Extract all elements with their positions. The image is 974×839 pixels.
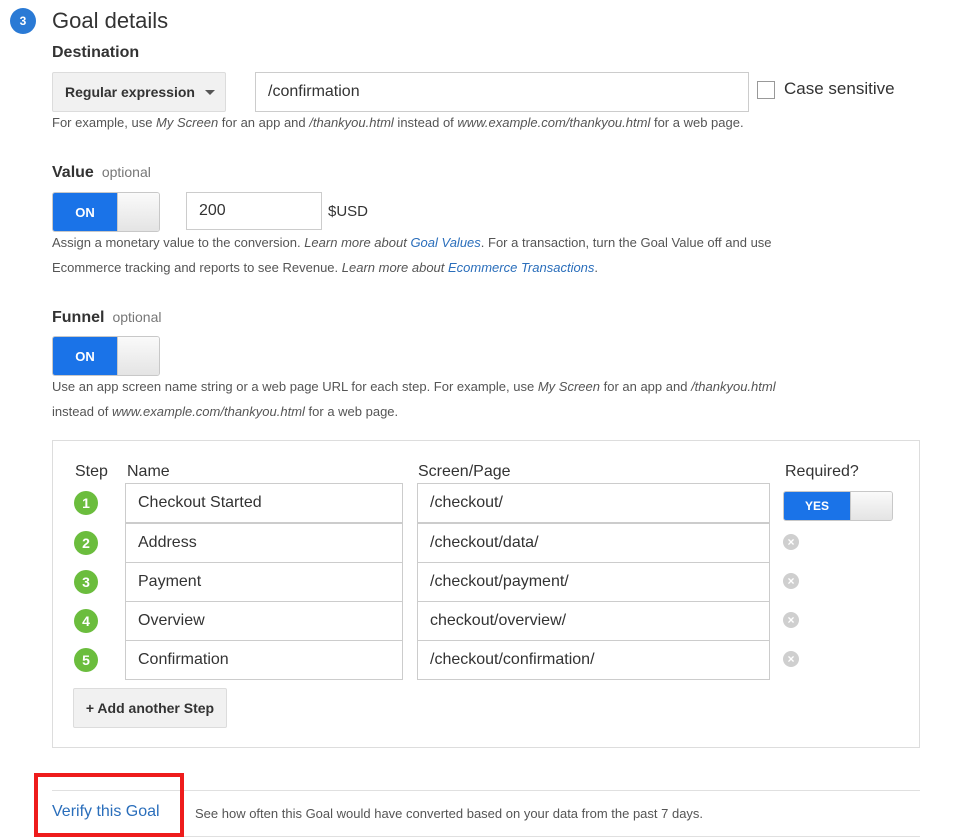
ecommerce-transactions-link[interactable]: Ecommerce Transactions xyxy=(448,260,594,275)
funnel-help-text: Use an app screen name string or a web p… xyxy=(52,379,776,419)
step-page-input[interactable]: /checkout/confirmation/ xyxy=(417,640,770,680)
step-number-badge: 4 xyxy=(74,609,98,633)
step-page-input[interactable]: /checkout/data/ xyxy=(417,523,770,563)
remove-step-icon[interactable]: × xyxy=(783,651,799,667)
add-another-step-button[interactable]: + Add another Step xyxy=(73,688,227,728)
step-name-input[interactable]: Checkout Started xyxy=(125,483,403,523)
column-header-screen-page: Screen/Page xyxy=(418,463,511,480)
value-toggle[interactable]: ON xyxy=(52,192,160,232)
case-sensitive-label: Case sensitive xyxy=(784,79,895,98)
column-header-required: Required? xyxy=(785,463,859,480)
match-type-value: Regular expression xyxy=(65,84,195,100)
goal-values-link[interactable]: Goal Values xyxy=(410,235,480,250)
step-page-input[interactable]: /checkout/payment/ xyxy=(417,562,770,602)
step-number-badge: 1 xyxy=(74,491,98,515)
value-help-text: Assign a monetary value to the conversio… xyxy=(52,235,772,275)
column-header-name: Name xyxy=(127,463,170,480)
destination-input[interactable]: /confirmation xyxy=(255,72,749,112)
step-name-input[interactable]: Address xyxy=(125,523,403,563)
verify-description: See how often this Goal would have conve… xyxy=(195,806,704,821)
case-sensitive-checkbox[interactable] xyxy=(757,81,775,99)
funnel-toggle-on-label: ON xyxy=(53,337,117,375)
step-name-input[interactable]: Overview xyxy=(125,601,403,641)
column-header-step: Step xyxy=(75,463,108,480)
required-toggle[interactable]: YES xyxy=(783,491,893,521)
goal-value-input[interactable]: 200 xyxy=(186,192,322,230)
value-toggle-on-label: ON xyxy=(53,193,117,231)
remove-step-icon[interactable]: × xyxy=(783,534,799,550)
destination-label: Destination xyxy=(52,44,140,61)
currency-label: $USD xyxy=(328,203,369,220)
chevron-down-icon xyxy=(204,89,215,95)
step-page-input[interactable]: checkout/overview/ xyxy=(417,601,770,641)
step-name-input[interactable]: Confirmation xyxy=(125,640,403,680)
funnel-optional-tag: optional xyxy=(112,309,162,325)
step-number-badge: 2 xyxy=(74,531,98,555)
required-toggle-yes-label: YES xyxy=(784,492,850,520)
section-title: Goal details xyxy=(52,8,169,33)
value-optional-tag: optional xyxy=(101,164,151,180)
step-name-input[interactable]: Payment xyxy=(125,562,403,602)
section-number-badge: 3 xyxy=(10,8,36,34)
match-type-dropdown[interactable]: Regular expression xyxy=(52,72,226,112)
verify-goal-link[interactable]: Verify this Goal xyxy=(52,803,160,821)
step-number-badge: 5 xyxy=(74,648,98,672)
step-page-input[interactable]: /checkout/ xyxy=(417,483,770,523)
step-number-badge: 3 xyxy=(74,570,98,594)
remove-step-icon[interactable]: × xyxy=(783,573,799,589)
funnel-label: Funnel optional xyxy=(52,309,162,326)
toggle-knob xyxy=(850,492,892,520)
destination-help-text: For example, use My Screen for an app an… xyxy=(52,115,744,130)
funnel-toggle[interactable]: ON xyxy=(52,336,160,376)
toggle-knob xyxy=(117,337,159,375)
value-label: Value optional xyxy=(52,164,151,181)
toggle-knob xyxy=(117,193,159,231)
remove-step-icon[interactable]: × xyxy=(783,612,799,628)
